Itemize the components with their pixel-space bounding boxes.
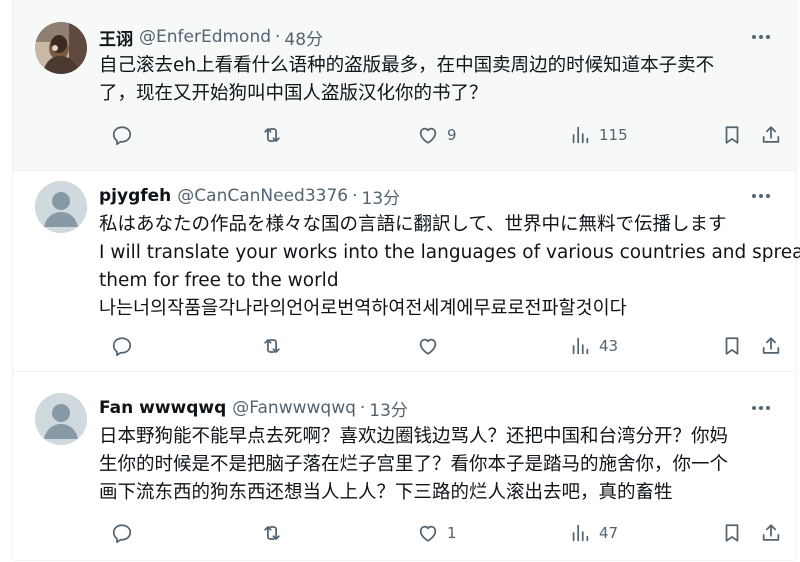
- bookmark-button[interactable]: [721, 120, 743, 150]
- reply-icon: [112, 524, 132, 544]
- reply-feed: 王诩 @EnferEdmond · 48分 自己滚去eh上看看什么语种的盗版最多…: [12, 0, 800, 561]
- separator-dot: ·: [352, 186, 358, 206]
- tweet-text-line: 自己滚去eh上看看什么语种的盗版最多，在中国卖周边的时候知道本子卖不: [99, 55, 715, 76]
- more-icon[interactable]: [748, 397, 774, 419]
- retweet-icon: [264, 526, 280, 540]
- like-button[interactable]: 9: [417, 120, 457, 150]
- views-button[interactable]: 47: [569, 518, 618, 548]
- avatar[interactable]: [35, 22, 87, 74]
- views-icon: [572, 524, 589, 542]
- like-count: 1: [447, 524, 457, 542]
- action-bar: 1 47: [99, 518, 789, 548]
- view-count: 43: [599, 337, 619, 355]
- timestamp[interactable]: 13分: [362, 184, 401, 209]
- bookmark-icon: [725, 524, 739, 542]
- tweet-text-line: 生你的时候是不是把脑子落在烂子宫里了？看你本子是踏马的施舍你，你一个: [99, 454, 729, 475]
- reply-tweet[interactable]: 王诩 @EnferEdmond · 48分 自己滚去eh上看看什么语种的盗版最多…: [13, 0, 796, 171]
- like-count: 9: [447, 126, 457, 144]
- view-count: 115: [599, 126, 628, 144]
- reply-tweet[interactable]: Fan wwwqwq @Fanwwwqwq · 13分 日本野狗能不能早点去死啊…: [13, 372, 796, 561]
- bookmark-icon: [725, 337, 739, 355]
- share-icon: [762, 126, 780, 143]
- tweet-header: 王诩 @EnferEdmond · 48分: [99, 24, 323, 50]
- views-button[interactable]: 43: [569, 331, 618, 361]
- tweet-text-line: 画下流东西的狗东西还想当人上人？下三路的烂人滚出去吧，真的畜牲: [99, 482, 673, 503]
- share-button[interactable]: [760, 331, 782, 361]
- view-count: 47: [599, 524, 619, 542]
- views-button[interactable]: 115: [569, 120, 628, 150]
- tweet-text-line: 나는너의작품을각나라의언어로번역하여전세계에무료로전파할것이다: [99, 298, 627, 319]
- reply-button[interactable]: [111, 518, 133, 548]
- separator-dot: ·: [275, 27, 281, 47]
- retweet-icon: [264, 128, 280, 142]
- share-icon: [762, 524, 780, 541]
- views-icon: [572, 126, 589, 144]
- share-button[interactable]: [760, 120, 782, 150]
- more-icon[interactable]: [748, 185, 774, 207]
- retweet-button[interactable]: [261, 518, 283, 548]
- tweet-text-line: 私はあなたの作品を様々な国の言語に翻訳して、世界中に無料で伝播します: [99, 214, 727, 235]
- bookmark-button[interactable]: [721, 331, 743, 361]
- heart-icon: [419, 525, 437, 542]
- default-avatar-image: [35, 393, 87, 445]
- action-bar: 9 115: [99, 120, 789, 150]
- timestamp[interactable]: 13分: [369, 396, 408, 421]
- heart-icon: [419, 338, 437, 355]
- tweet-text-line: I will translate your works into the lan…: [99, 242, 800, 263]
- avatar[interactable]: [35, 393, 87, 445]
- tweet-text-line: 了，现在又开始狗叫中国人盗版汉化你的书了？: [99, 83, 488, 104]
- separator-dot: ·: [359, 398, 366, 418]
- user-handle[interactable]: @EnferEdmond: [139, 27, 271, 47]
- avatar[interactable]: [35, 181, 87, 233]
- heart-icon: [419, 127, 437, 144]
- tweet-header: Fan wwwqwq @Fanwwwqwq · 13分: [99, 395, 408, 421]
- reply-icon: [112, 126, 132, 146]
- share-icon: [762, 337, 780, 354]
- retweet-button[interactable]: [261, 120, 283, 150]
- action-bar: 43: [99, 331, 789, 361]
- retweet-button[interactable]: [261, 331, 283, 361]
- reply-button[interactable]: [111, 331, 133, 361]
- display-name[interactable]: Fan wwwqwq: [99, 398, 226, 418]
- more-icon[interactable]: [748, 26, 774, 48]
- retweet-icon: [264, 339, 280, 353]
- reply-icon: [112, 337, 132, 357]
- default-avatar-image: [35, 181, 87, 233]
- tweet-header: pjygfeh @CanCanNeed3376 · 13分: [99, 183, 400, 209]
- reply-tweet[interactable]: pjygfeh @CanCanNeed3376 · 13分 私はあなたの作品を様…: [13, 171, 800, 372]
- bookmark-button[interactable]: [721, 518, 743, 548]
- timestamp[interactable]: 48分: [284, 25, 323, 50]
- display-name[interactable]: 王诩: [99, 25, 133, 50]
- photo-avatar-image: [35, 22, 87, 74]
- tweet-text-line: 日本野狗能不能早点去死啊？喜欢边圈钱边骂人？还把中国和台湾分开？你妈: [99, 426, 729, 447]
- display-name[interactable]: pjygfeh: [99, 186, 171, 206]
- tweet-text: 日本野狗能不能早点去死啊？喜欢边圈钱边骂人？还把中国和台湾分开？你妈 生你的时候…: [99, 423, 779, 507]
- tweet-text: 自己滚去eh上看看什么语种的盗版最多，在中国卖周边的时候知道本子卖不 了，现在又…: [99, 52, 779, 108]
- like-button[interactable]: [417, 331, 439, 361]
- views-icon: [572, 337, 589, 355]
- bookmark-icon: [725, 126, 739, 144]
- like-button[interactable]: 1: [417, 518, 457, 548]
- reply-button[interactable]: [111, 120, 133, 150]
- user-handle[interactable]: @Fanwwwqwq: [232, 398, 356, 418]
- share-button[interactable]: [760, 518, 782, 548]
- tweet-text-line: them for free to the world: [99, 270, 339, 291]
- user-handle[interactable]: @CanCanNeed3376: [177, 186, 348, 206]
- tweet-text: 私はあなたの作品を様々な国の言語に翻訳して、世界中に無料で伝播します I wil…: [99, 211, 800, 323]
